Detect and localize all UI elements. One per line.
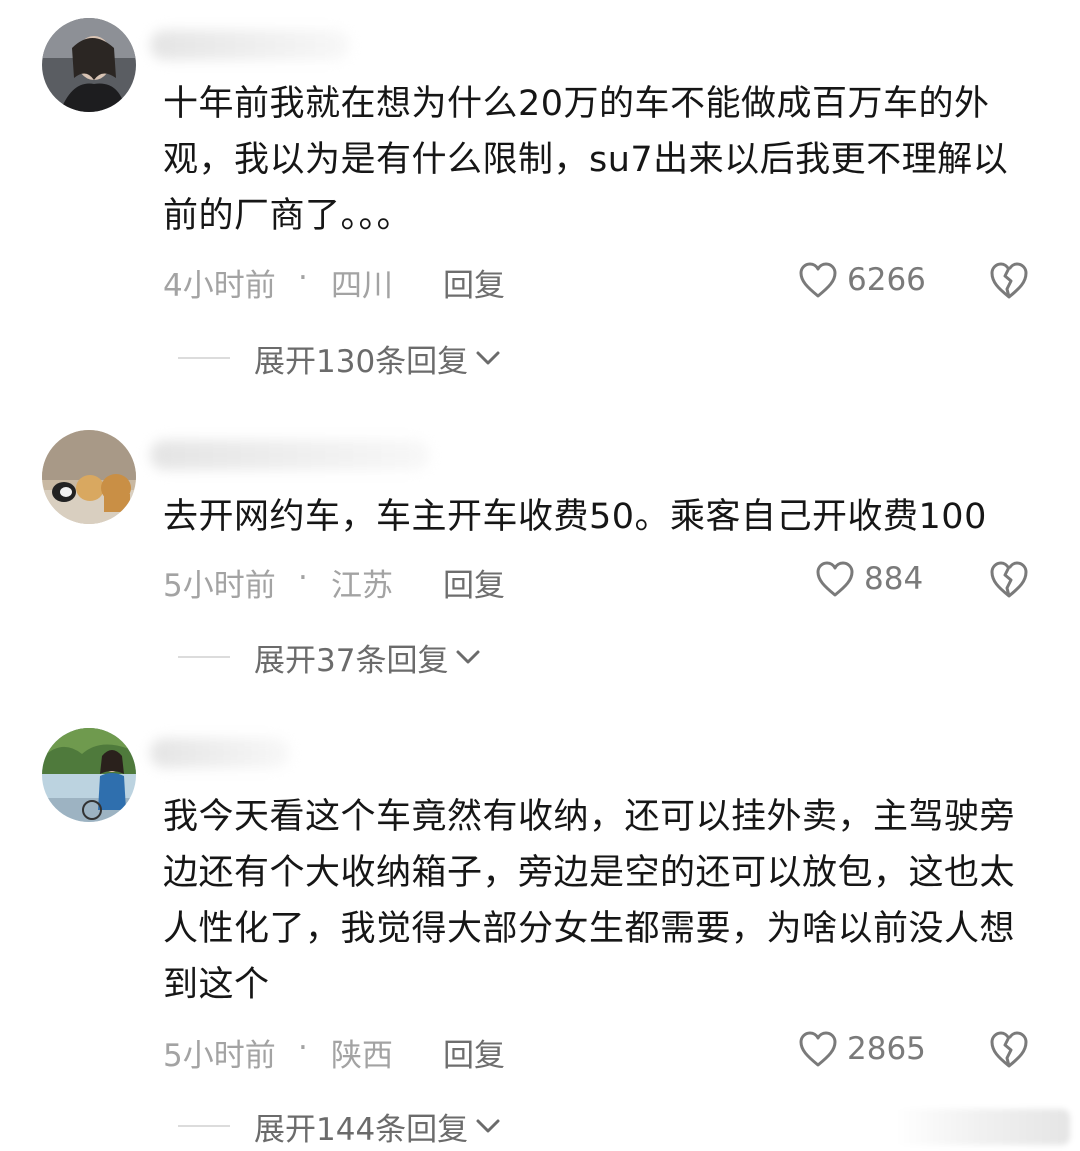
chevron-down-icon (476, 1119, 500, 1133)
avatar-image (42, 728, 136, 822)
reply-button[interactable]: 回复 (443, 560, 505, 605)
expand-replies-button[interactable]: 展开144条回复 (178, 1106, 502, 1148)
heart-outline-icon (816, 561, 854, 597)
watermark-blurred (895, 1109, 1070, 1145)
avatar-image (42, 18, 136, 112)
like-count: 6266 (847, 262, 926, 298)
comment-time: 5小时前 (163, 1038, 276, 1074)
comment-time: 5小时前 (163, 568, 276, 604)
expand-replies-button[interactable]: 展开130条回复 (178, 338, 502, 380)
meta-separator: · (298, 560, 308, 596)
reply-button[interactable]: 回复 (443, 260, 505, 305)
avatar-image (42, 430, 136, 524)
heart-outline-icon (799, 1031, 837, 1067)
username-blurred[interactable] (150, 738, 290, 768)
avatar[interactable] (42, 728, 136, 822)
avatar[interactable] (42, 430, 136, 524)
like-button[interactable]: 2865 (797, 1027, 926, 1071)
username-blurred[interactable] (150, 440, 430, 470)
divider-line (178, 357, 230, 359)
chevron-down-icon (476, 351, 500, 365)
meta-separator: · (298, 1030, 308, 1066)
like-count: 2865 (847, 1031, 926, 1067)
broken-heart-icon (990, 561, 1028, 598)
expand-replies-button[interactable]: 展开37条回复 (178, 637, 482, 679)
comment-location: 陕西 (331, 1038, 393, 1074)
expand-replies-label: 展开144条回复 (254, 1111, 469, 1148)
dislike-button[interactable] (987, 259, 1031, 301)
comment-text: 我今天看这个车竟然有收纳，还可以挂外卖，主驾驶旁边还有个大收纳箱子，旁边是空的还… (163, 797, 1016, 1005)
expand-replies-label: 展开130条回复 (254, 343, 469, 380)
heart-outline-icon (799, 262, 837, 298)
broken-heart-icon (990, 1031, 1028, 1068)
like-button[interactable]: 884 (814, 557, 923, 601)
comment-location: 江苏 (331, 568, 393, 604)
chevron-down-icon (456, 650, 480, 664)
divider-line (178, 656, 230, 658)
comment-text: 去开网约车，车主开车收费50。乘客自己开收费100 (163, 497, 987, 537)
expand-replies-label: 展开37条回复 (254, 642, 449, 679)
reply-button[interactable]: 回复 (443, 1030, 505, 1075)
username-blurred[interactable] (150, 30, 350, 60)
divider-line (178, 1125, 230, 1127)
avatar[interactable] (42, 18, 136, 112)
comment-text: 十年前我就在想为什么20万的车不能做成百万车的外观，我以为是有什么限制，su7出… (163, 84, 1009, 236)
broken-heart-icon (990, 262, 1028, 299)
like-count: 884 (864, 561, 924, 597)
dislike-button[interactable] (987, 558, 1031, 600)
dislike-button[interactable] (987, 1028, 1031, 1070)
comment-time: 4小时前 (163, 268, 276, 304)
comment-location: 四川 (331, 268, 393, 304)
like-button[interactable]: 6266 (797, 258, 926, 302)
meta-separator: · (298, 260, 308, 296)
